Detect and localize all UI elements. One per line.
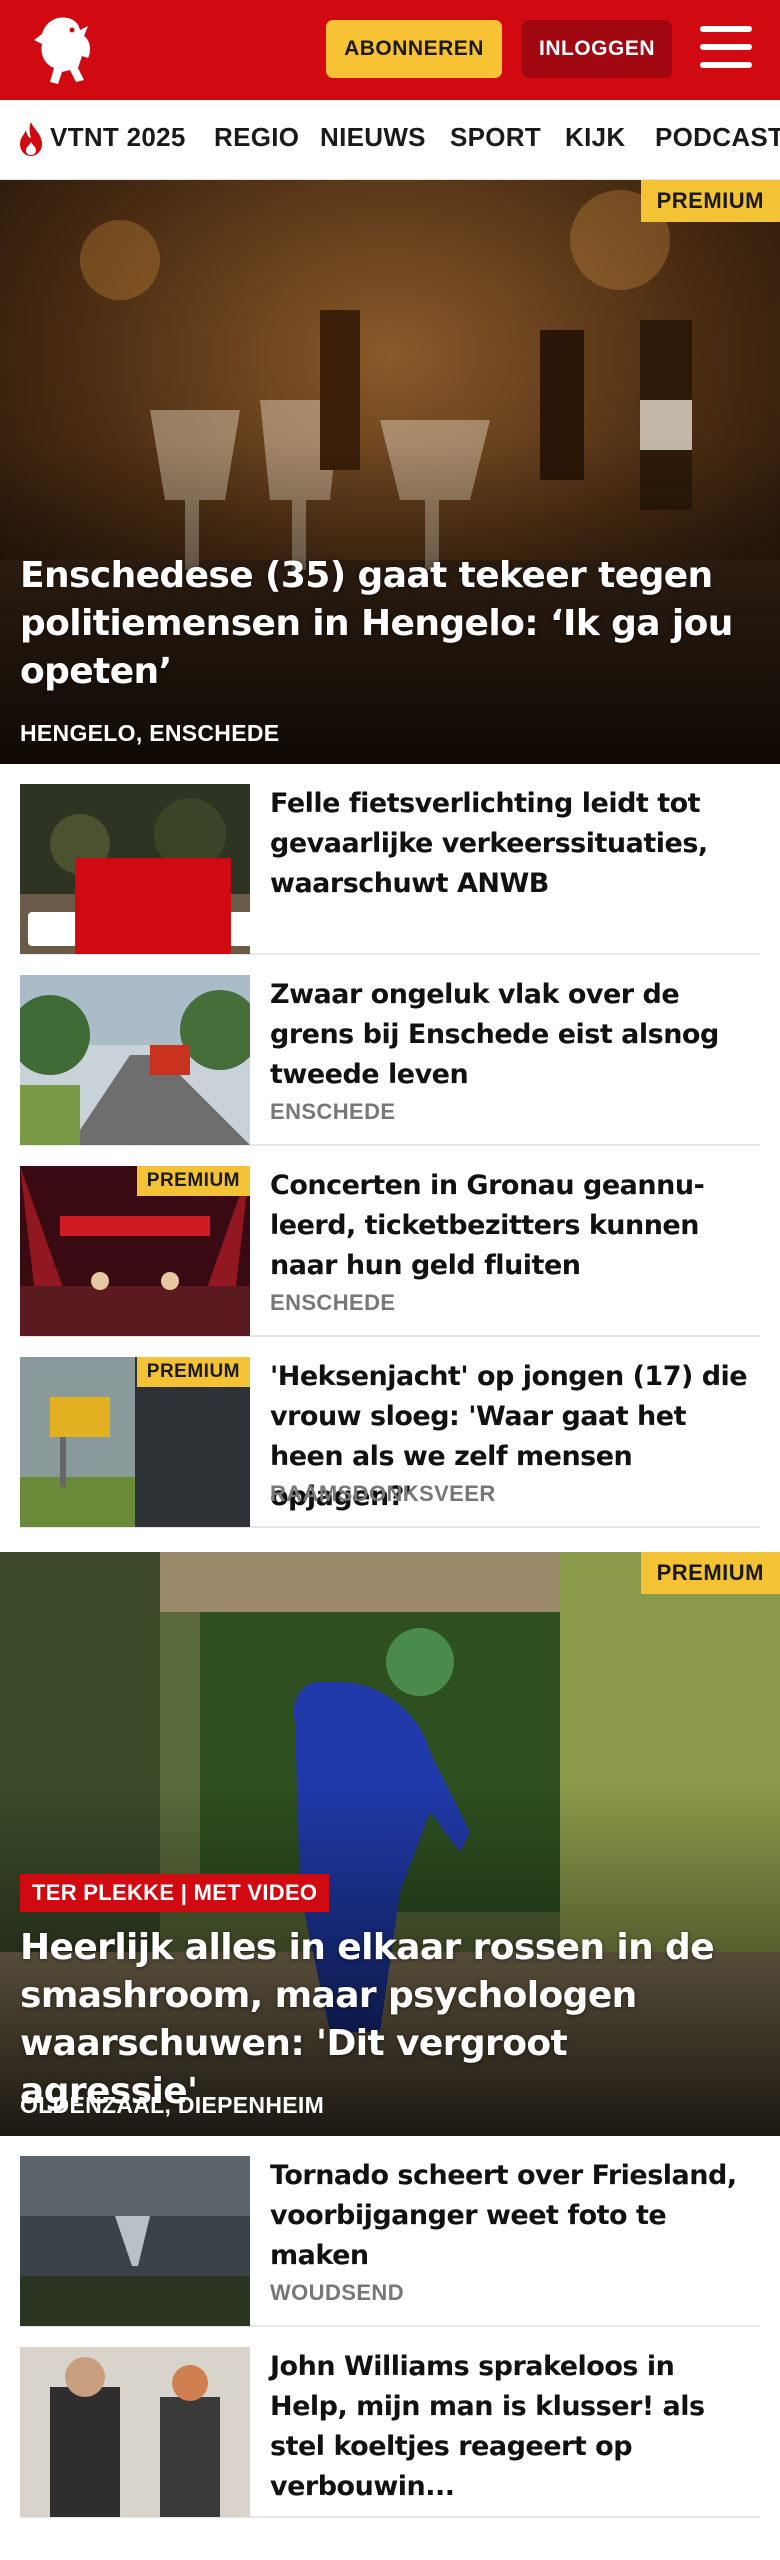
nav-item-kijk[interactable]: KIJK [565,122,625,153]
article-title[interactable]: Concerten in Gronau geannu­leerd, ticket… [270,1166,760,1286]
article-location: RAAMSDONKSVEER [270,1481,496,1506]
hero-title[interactable]: Heerlijk alles in elkaar rossen in de sm… [20,1924,750,2116]
list-item[interactable]: Tornado scheert over Friesland, voorbijg… [20,2136,760,2327]
main-nav: VTNT 2025 REGIO NIEUWS SPORT KIJK PODCAS… [0,100,780,180]
article-thumbnail [20,2347,250,2517]
login-button[interactable]: INLOGGEN [522,20,672,78]
nav-item-regio[interactable]: REGIO [214,122,299,153]
list-item[interactable]: Zwaar ongeluk vlak over de grens bij Ens… [20,955,760,1146]
hero-title[interactable]: Enschedese (35) gaat tekeer tegen politi… [20,552,750,696]
article-title[interactable]: Zwaar ongeluk vlak over de grens bij Ens… [270,975,760,1095]
hero-location: OLDENZAAL, DIEPENHEIM [20,2092,325,2118]
menu-icon[interactable] [700,26,752,72]
list-item[interactable]: 1 Felle fietsverlichting leidt tot gevaa… [20,764,760,955]
hero-article-1[interactable]: PREMIUM Enschedese (35) gaat tekeer tege… [0,180,780,764]
premium-badge: PREMIUM [136,1166,250,1196]
hero-article-2[interactable]: PREMIUM TER PLEKKE | MET VIDEO Heerlijk … [0,1552,780,2136]
comment-icon [75,858,231,954]
article-thumbnail [20,975,250,1145]
article-thumbnail [20,2156,250,2326]
nav-item-vtnt[interactable]: VTNT 2025 [50,122,186,153]
flame-icon [20,122,42,156]
premium-badge: PREMIUM [640,1552,780,1594]
article-location: ENSCHEDE [270,1099,396,1124]
premium-badge: PREMIUM [640,180,780,222]
nav-item-nieuws[interactable]: NIEUWS [320,122,426,153]
nav-item-podcast[interactable]: PODCAST [655,122,780,153]
article-thumbnail: PREMIUM [20,1166,250,1336]
list-item[interactable]: John Williams sprakeloos in Help, mijn m… [20,2327,760,2518]
subscribe-button[interactable]: ABONNEREN [326,20,502,78]
article-thumbnail: PREMIUM [20,1357,250,1527]
list-item[interactable]: PREMIUM 'Heksenjacht' op jongen (17) die… [20,1337,760,1528]
article-thumbnail: 1 [20,784,250,954]
hero-location: HENGELO, ENSCHEDE [20,720,280,746]
nav-item-sport[interactable]: SPORT [450,122,541,153]
comment-count-badge[interactable]: 1 [28,858,250,954]
article-location: WOUDSEND [270,2280,404,2305]
horse-logo-icon[interactable] [18,10,108,90]
premium-badge: PREMIUM [136,1357,250,1387]
article-title[interactable]: John Williams sprakeloos in Help, mijn m… [270,2347,760,2507]
list-item[interactable]: PREMIUM Concerten in Gronau geannu­leerd… [20,1146,760,1337]
site-header: ABONNEREN INLOGGEN [0,0,780,100]
article-title[interactable]: Felle fietsverlichting leidt tot gevaarl… [270,784,760,904]
article-location: ENSCHEDE [270,1290,396,1315]
article-title[interactable]: Tornado scheert over Friesland, voorbijg… [270,2156,760,2276]
video-tag: TER PLEKKE | MET VIDEO [20,1874,330,1912]
